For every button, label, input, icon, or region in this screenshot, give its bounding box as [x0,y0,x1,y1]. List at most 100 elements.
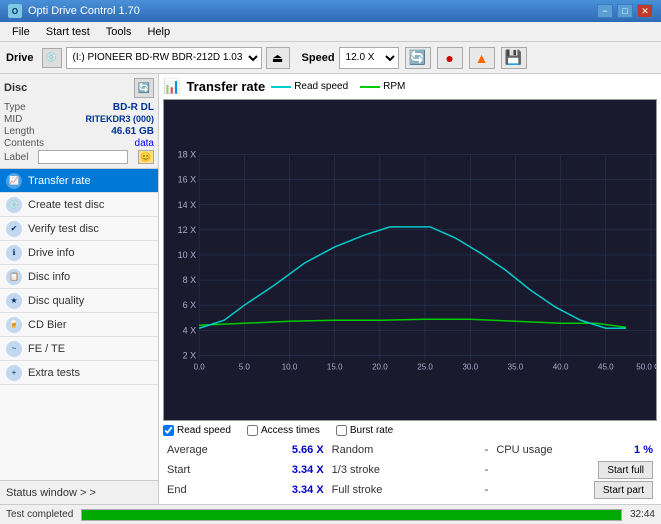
disc-button[interactable]: ● [437,47,463,69]
chart-area: 📊 Transfer rate Read speed RPM [159,74,661,504]
nav-extra-tests-label: Extra tests [28,367,80,379]
eject-button[interactable]: ⏏ [266,47,290,69]
burst-rate-checkbox-label: Burst rate [350,425,393,436]
disc-section-title: Disc [4,82,27,94]
nav-disc-quality-label: Disc quality [28,295,84,307]
status-window-button[interactable]: Status window > > [0,480,158,504]
chart-title: Transfer rate [186,79,265,94]
label-icon[interactable]: 😊 [138,150,154,164]
read-speed-checkbox[interactable] [163,425,174,436]
svg-text:10.0: 10.0 [282,362,298,371]
fe-te-icon: ~ [6,341,22,357]
drive-toolbar: Drive 💿 (I:) PIONEER BD-RW BDR-212D 1.03… [0,42,661,74]
svg-text:10 X: 10 X [178,250,197,260]
svg-text:15.0: 15.0 [327,362,343,371]
save-button[interactable]: 💾 [501,47,527,69]
rpm-legend-color [360,86,380,88]
start-full-row: Start full [492,460,657,480]
read-speed-legend-color [271,86,291,88]
access-times-checkbox-container[interactable]: Access times [247,425,320,436]
mid-label: MID [4,114,22,125]
nav-create-test-disc[interactable]: 💿 Create test disc [0,193,158,217]
chart-legend: Read speed RPM [271,81,405,92]
menu-start-test[interactable]: Start test [38,24,98,40]
app-title: Opti Drive Control 1.70 [28,5,140,17]
nav-disc-quality[interactable]: ★ Disc quality [0,289,158,313]
nav-create-test-disc-label: Create test disc [28,199,104,211]
start-part-button[interactable]: Start part [594,481,653,499]
menu-help[interactable]: Help [139,24,178,40]
stroke1-row: 1/3 stroke - [328,460,493,480]
minimize-button[interactable]: − [597,4,613,18]
status-window-label: Status window > > [6,487,96,499]
nav-drive-info-label: Drive info [28,247,74,259]
burst-rate-checkbox[interactable] [336,425,347,436]
transfer-rate-icon: 📈 [6,173,22,189]
nav-fe-te[interactable]: ~ FE / TE [0,337,158,361]
menu-bar: File Start test Tools Help [0,22,661,42]
nav-cd-bier-label: CD Bier [28,319,67,331]
nav-drive-info[interactable]: ℹ Drive info [0,241,158,265]
svg-text:8 X: 8 X [183,275,197,285]
stats-col-1: Average 5.66 X Start 3.34 X End 3.34 X [163,440,328,500]
progress-bar-container [81,509,622,521]
cpu-row: CPU usage 1 % [492,440,657,460]
start-full-button[interactable]: Start full [598,461,653,479]
nav-extra-tests[interactable]: + Extra tests [0,361,158,385]
nav-cd-bier[interactable]: 🍺 CD Bier [0,313,158,337]
mid-value: RITEKDR3 (000) [85,114,154,125]
start-value: 3.34 X [292,464,324,476]
svg-text:0.0: 0.0 [194,362,206,371]
svg-text:18 X: 18 X [178,150,197,160]
length-value: 46.61 GB [111,126,154,137]
nav-verify-test-disc-label: Verify test disc [28,223,99,235]
svg-text:16 X: 16 X [178,175,197,185]
type-value: BD-R DL [113,102,154,113]
create-test-disc-icon: 💿 [6,197,22,213]
refresh-button[interactable]: 🔄 [405,47,431,69]
verify-test-disc-icon: ✔ [6,221,22,237]
nav-verify-test-disc[interactable]: ✔ Verify test disc [0,217,158,241]
average-value: 5.66 X [292,444,324,456]
disc-refresh-button[interactable]: 🔄 [134,78,154,98]
drive-select[interactable]: (I:) PIONEER BD-RW BDR-212D 1.03 [66,47,262,69]
svg-text:45.0: 45.0 [598,362,614,371]
length-label: Length [4,126,35,137]
menu-tools[interactable]: Tools [98,24,140,40]
svg-text:12 X: 12 X [178,225,197,235]
drive-label: Drive [6,52,34,64]
nav-section: 📈 Transfer rate 💿 Create test disc ✔ Ver… [0,169,158,480]
nav-disc-info[interactable]: 📋 Disc info [0,265,158,289]
access-times-checkbox[interactable] [247,425,258,436]
label-input[interactable] [38,150,128,164]
burst-rate-checkbox-container[interactable]: Burst rate [336,425,393,436]
status-time: 32:44 [630,509,655,520]
svg-text:14 X: 14 X [178,200,197,210]
contents-value[interactable]: data [135,138,154,149]
info-button[interactable]: ▲ [469,47,495,69]
close-button[interactable]: ✕ [637,4,653,18]
full-stroke-value: - [485,484,489,496]
read-speed-checkbox-container[interactable]: Read speed [163,425,231,436]
cd-bier-icon: 🍺 [6,317,22,333]
chart-container: 18 X 16 X 14 X 12 X 10 X 8 X 6 X 4 X 2 X… [163,99,657,421]
end-row: End 3.34 X [163,480,328,500]
nav-fe-te-label: FE / TE [28,343,65,355]
average-row: Average 5.66 X [163,440,328,460]
nav-transfer-rate[interactable]: 📈 Transfer rate [0,169,158,193]
status-bar: Test completed 32:44 [0,504,661,524]
svg-text:6 X: 6 X [183,300,197,310]
stroke1-value: - [485,464,489,476]
nav-transfer-rate-label: Transfer rate [28,175,91,187]
disc-panel: Disc 🔄 Type BD-R DL MID RITEKDR3 (000) L… [0,74,158,169]
start-row: Start 3.34 X [163,460,328,480]
maximize-button[interactable]: □ [617,4,633,18]
disc-quality-icon: ★ [6,293,22,309]
svg-text:25.0: 25.0 [417,362,433,371]
cpu-label: CPU usage [496,444,552,456]
end-label: End [167,484,187,496]
speed-select[interactable]: 12.0 X 4.0 X 8.0 X 16.0 X [339,47,399,69]
menu-file[interactable]: File [4,24,38,40]
label-label: Label [4,152,28,163]
speed-label: Speed [302,52,335,64]
